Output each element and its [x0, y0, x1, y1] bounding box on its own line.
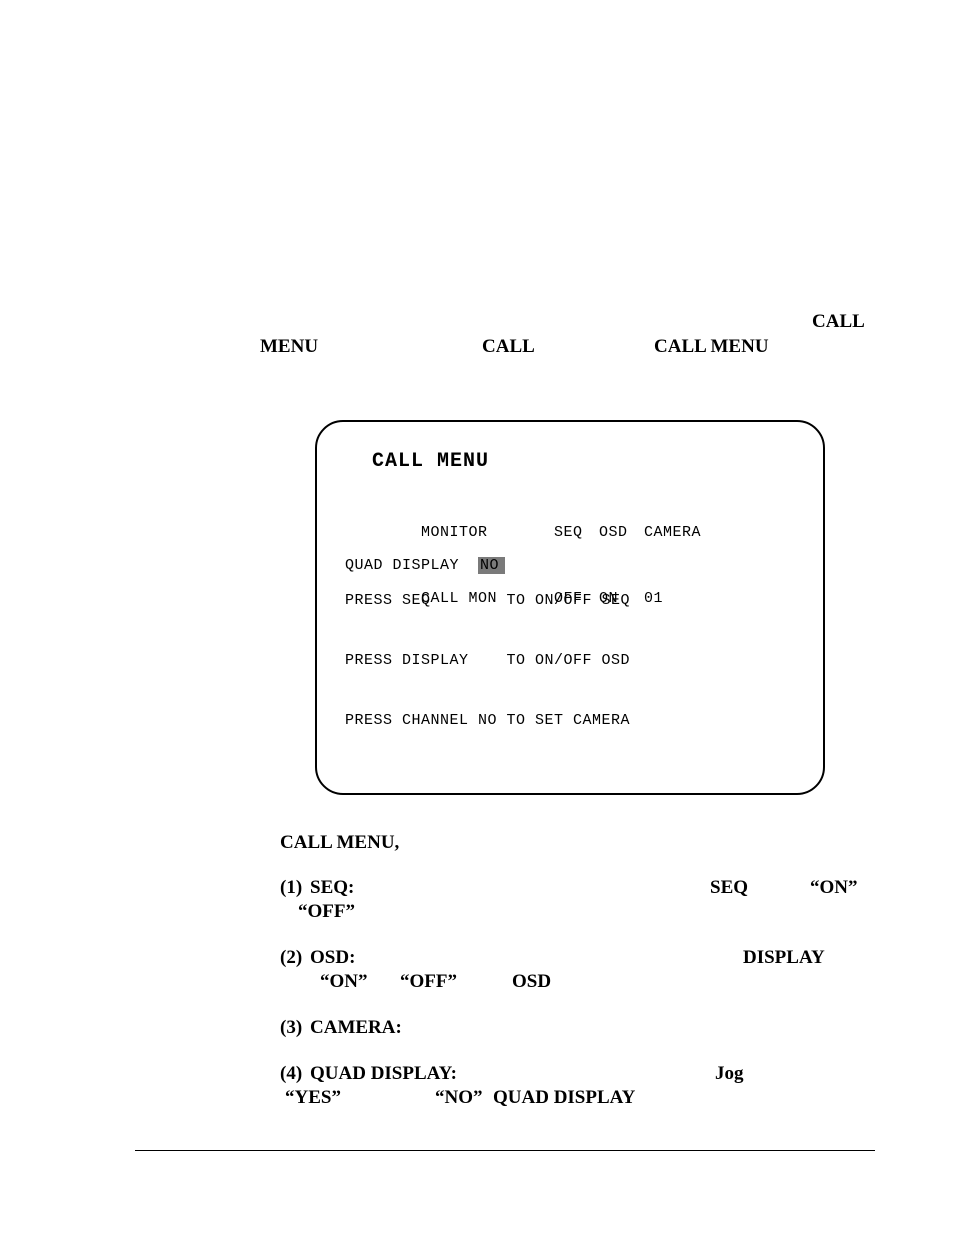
cell-camera: 01: [644, 588, 704, 610]
item-2-osd-label: OSD:: [310, 946, 355, 970]
monitor-help-text: PRESS SEQ TO ON/OFF SEQ PRESS DISPLAY TO…: [345, 551, 630, 771]
item-1-number: (1): [280, 876, 302, 900]
word-call-menu: CALL MENU: [654, 336, 769, 358]
item-1-off: “OFF”: [298, 900, 355, 924]
word-call: CALL: [482, 336, 535, 358]
body-text: CALL MENU, (1) SEQ: SEQ “ON” “OFF” (2) O…: [280, 832, 890, 1110]
help-line-1: PRESS SEQ TO ON/OFF SEQ: [345, 591, 630, 611]
item-3-number: (3): [280, 1016, 302, 1040]
item-2-display: DISPLAY: [743, 946, 825, 970]
word-menu: MENU: [260, 336, 318, 358]
monitor-title: CALL MENU: [372, 450, 489, 473]
item-4-quad-word: QUAD DISPLAY: [493, 1086, 635, 1110]
item-2-osd-word: OSD: [512, 970, 551, 994]
item-4-quad-label: QUAD DISPLAY:: [310, 1062, 457, 1086]
item-2-on: “ON”: [320, 970, 368, 994]
monitor-screen: CALL MENU MONITORSEQOSDCAMERA CALL MONOF…: [315, 420, 825, 795]
item-4-number: (4): [280, 1062, 302, 1086]
item-1-seq-word: SEQ: [710, 876, 748, 900]
item-1-seq: (1) SEQ: SEQ “ON” “OFF”: [280, 876, 890, 924]
item-3-camera: (3) CAMERA:: [280, 1016, 890, 1040]
call-menu-label: CALL MENU,: [280, 832, 890, 854]
header-osd: OSD: [599, 522, 644, 544]
header-monitor: MONITOR: [421, 522, 554, 544]
item-3-camera-label: CAMERA:: [310, 1016, 402, 1040]
help-line-2: PRESS DISPLAY TO ON/OFF OSD: [345, 651, 630, 671]
page: MENU CALL CALL MENU CALL CALL MENU MONIT…: [0, 0, 954, 1235]
header-camera: CAMERA: [644, 522, 704, 544]
item-2-off: “OFF”: [400, 970, 457, 994]
item-4-quad: (4) QUAD DISPLAY: Jog “YES” “NO” QUAD DI…: [280, 1062, 890, 1110]
item-4-no: “NO”: [435, 1086, 483, 1110]
item-4-yes: “YES”: [285, 1086, 341, 1110]
item-2-number: (2): [280, 946, 302, 970]
item-1-on: “ON”: [810, 876, 858, 900]
item-4-jog: Jog: [715, 1062, 744, 1086]
item-1-seq-label: SEQ:: [310, 876, 354, 900]
footer-rule: [135, 1150, 875, 1151]
item-2-osd: (2) OSD: DISPLAY “ON” “OFF” OSD: [280, 946, 890, 994]
header-seq: SEQ: [554, 522, 599, 544]
help-line-3: PRESS CHANNEL NO TO SET CAMERA: [345, 711, 630, 731]
word-call-upper: CALL: [812, 311, 865, 333]
